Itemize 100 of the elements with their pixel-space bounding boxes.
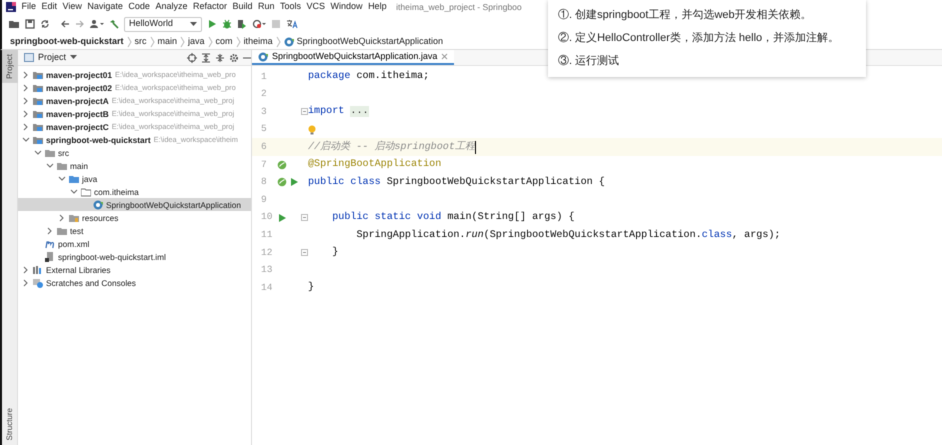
panel-icon [24,53,34,62]
tree-item[interactable]: java [18,172,251,186]
module-icon [33,70,43,80]
menu-item[interactable]: Tools [280,0,302,14]
settings-icon[interactable] [229,52,239,62]
tree-item[interactable]: src [18,146,251,160]
menu-item[interactable]: Run [258,0,275,14]
menu-item[interactable]: Help [368,0,387,14]
tree-item[interactable]: test [18,224,251,238]
panel-title[interactable]: Project [38,50,66,64]
chevron-icon [126,36,132,48]
tree-item[interactable]: pom.xml [18,237,251,250]
tool-window-tab[interactable]: Structure [2,404,18,444]
tree-item[interactable]: resources [18,211,251,224]
breadcrumb-item[interactable]: java [188,34,205,48]
tree-item[interactable]: SpringbootWebQuickstartApplication [18,198,251,212]
tool-window-tab[interactable]: Project [2,50,18,83]
breadcrumb-item[interactable]: main [158,34,178,48]
code-line: } [331,246,338,260]
code-line: SpringApplication.run(SpringbootWebQuickstartApplication.class, args); [355,228,780,243]
code-line: package com.itheima; [308,70,430,84]
chevron-icon [276,36,281,48]
line-number: 10 [261,210,274,224]
class-icon [258,52,268,62]
line-number: 14 [261,280,274,295]
folder-icon[interactable] [8,19,20,29]
line-number: 8 [261,175,268,190]
class-icon [284,36,294,46]
folder-icon [57,226,67,236]
line-number: 12 [261,246,274,260]
line-number: 5 [261,122,268,136]
menu-item[interactable]: Build [232,0,252,14]
menu-item[interactable]: File [22,0,36,14]
tree-item[interactable]: springboot-web-quickstart.iml [18,250,251,264]
locate-icon[interactable] [187,52,197,62]
fold-icon[interactable] [300,249,308,256]
dropdown-caret-icon[interactable] [70,55,78,60]
tree-item[interactable]: com.itheima [18,185,251,198]
module-icon [33,134,43,145]
breadcrumb-item[interactable]: itheima [244,34,273,48]
run-icon[interactable] [277,212,287,223]
chevron-icon [208,36,213,48]
sync-icon[interactable] [40,19,50,29]
breadcrumb-item[interactable]: com [216,34,233,48]
coverage-icon[interactable] [237,19,247,29]
fold-icon[interactable] [300,108,308,116]
maven-file-icon [45,238,55,249]
menu-item[interactable]: Analyze [155,0,188,14]
breadcrumb-item[interactable]: src [134,34,147,48]
module-icon [33,108,43,119]
code-line: import ... [308,104,369,120]
profiler-icon[interactable] [252,19,266,29]
chevron-icon [236,36,241,48]
breadcrumb-item[interactable]: SpringbootWebQuickstartApplication [296,34,443,48]
run-icon[interactable] [289,177,299,188]
code-line: } [308,280,314,296]
menu-item[interactable]: Refactor [192,0,227,14]
menu-item[interactable]: Navigate [87,0,123,14]
menu-item[interactable]: Window [330,0,363,14]
run-configuration-dropdown[interactable]: HelloWorld [124,16,202,32]
app-logo-icon[interactable] [6,2,16,12]
window-title: itheima_web_project - Springboo [396,0,522,14]
bean-icon[interactable] [277,160,287,170]
line-number: 2 [261,87,268,102]
code-line: @SpringBootApplication [308,158,442,172]
collapse-all-icon[interactable] [215,52,225,62]
tree-item[interactable]: main [18,159,251,172]
source-folder-icon [69,174,79,184]
class-icon [93,200,103,210]
scratches-icon [33,278,43,288]
breadcrumb-item[interactable]: springboot-web-quickstart [10,34,124,48]
bean-icon[interactable] [277,177,287,188]
bug-icon[interactable] [222,19,232,29]
chevron-icon [180,36,186,48]
line-number: 7 [261,158,268,172]
tree-item[interactable]: External Libraries [18,263,251,276]
menu-item[interactable]: Edit [42,0,58,14]
tree-item[interactable]: Scratches and Consoles [18,276,251,290]
code-line: public static void main(String[] args) { [331,210,575,225]
run-icon[interactable] [207,19,217,29]
back-arrow-icon[interactable] [60,19,70,29]
fold-icon[interactable] [300,214,308,222]
libraries-icon [33,264,43,275]
close-icon[interactable] [441,53,448,60]
line-number: 13 [261,263,274,278]
hammer-icon[interactable] [109,19,119,29]
dropdown-caret-icon [190,22,197,26]
save-icon[interactable] [25,19,35,29]
menu-item[interactable]: VCS [306,0,326,14]
translate-icon[interactable] [286,19,298,29]
instruction-text: ①. 创建springboot工程，并勾选web开发相关依赖。 [558,8,813,24]
folder-icon [57,160,67,171]
instruction-text: ③. 运行测试 [558,54,620,70]
menu-item[interactable]: View [62,0,82,14]
expand-all-icon[interactable] [201,52,211,62]
light-bulb-icon[interactable] [308,124,316,135]
editor-tab[interactable]: SpringbootWebQuickstartApplication.java [252,50,454,65]
code-line: public class SpringbootWebQuickstartApplication { [308,176,605,190]
menu-item[interactable]: Code [128,0,150,14]
user-icon[interactable] [90,19,104,29]
